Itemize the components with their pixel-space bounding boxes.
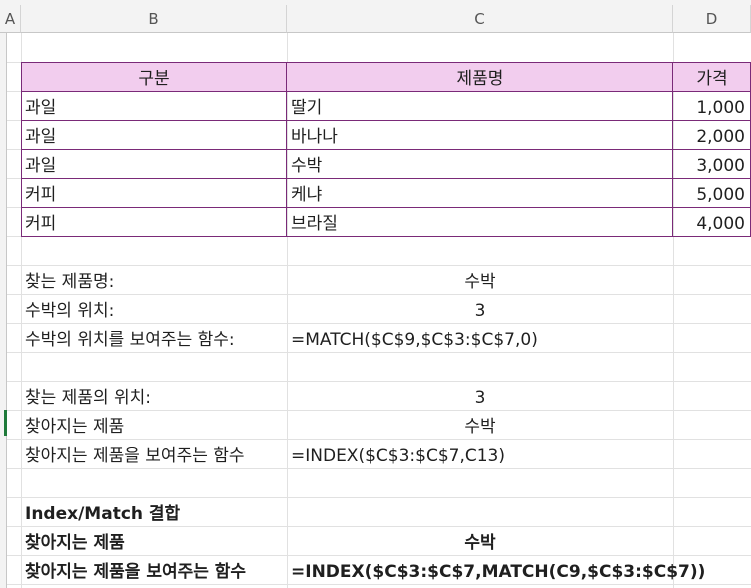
active-row-indicator	[4, 410, 7, 436]
index-value-product[interactable]: 수박	[287, 410, 673, 439]
table-border-h	[21, 120, 751, 121]
match-label-product[interactable]: 찾는 제품명:	[21, 265, 287, 294]
combined-section-title[interactable]: Index/Match 결합	[21, 497, 287, 526]
index-value-position[interactable]: 3	[287, 381, 673, 410]
combined-value-product[interactable]: 수박	[287, 526, 673, 555]
column-header-c[interactable]: C	[287, 5, 673, 33]
table-border-h	[21, 91, 751, 92]
match-label-position[interactable]: 수박의 위치:	[21, 294, 287, 323]
column-header-b[interactable]: B	[21, 5, 287, 33]
row-gutter	[0, 33, 7, 588]
spreadsheet: A B C D 구분 제품명 가격 과일 딸기 1,000 과일 바나나 2,0…	[0, 0, 751, 588]
combined-label-formula[interactable]: 찾아지는 제품을 보여주는 함수	[21, 555, 287, 584]
match-value-position[interactable]: 3	[287, 294, 673, 323]
match-label-formula[interactable]: 수박의 위치를 보여주는 함수:	[21, 323, 287, 352]
match-formula-text[interactable]: =MATCH($C$9,$C$3:$C$7,0)	[287, 323, 673, 352]
column-header-a[interactable]: A	[0, 5, 21, 33]
index-label-formula[interactable]: 찾아지는 제품을 보여주는 함수	[21, 439, 287, 468]
combined-label-product[interactable]: 찾아지는 제품	[21, 526, 287, 555]
combined-formula-text[interactable]: =INDEX($C$3:$C$7,MATCH(C9,$C$3:$C$7))	[287, 555, 751, 584]
match-value-product[interactable]: 수박	[287, 265, 673, 294]
table-border-h	[21, 149, 751, 150]
table-border-h	[21, 178, 751, 179]
gridline-h	[7, 584, 751, 585]
column-header-d[interactable]: D	[673, 5, 751, 33]
index-label-product[interactable]: 찾아지는 제품	[21, 410, 287, 439]
gridline-h	[7, 468, 751, 469]
gridline-h	[7, 352, 751, 353]
table-border-h	[21, 207, 751, 208]
index-label-position[interactable]: 찾는 제품의 위치:	[21, 381, 287, 410]
index-formula-text[interactable]: =INDEX($C$3:$C$7,C13)	[287, 439, 673, 468]
